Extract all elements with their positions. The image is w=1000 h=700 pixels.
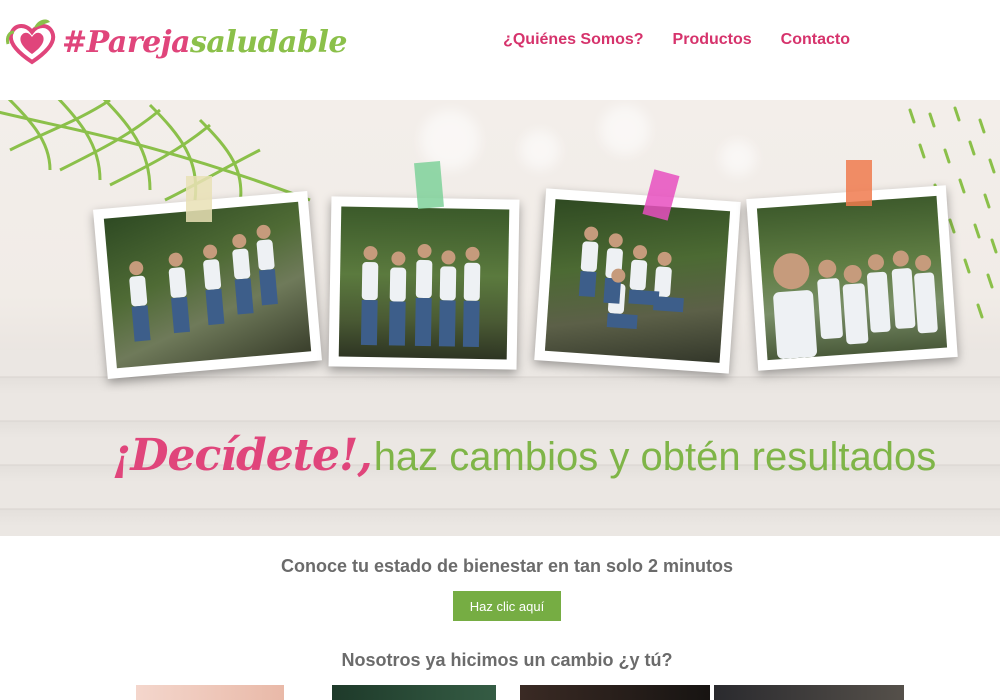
brand-hash: # — [62, 24, 87, 60]
main-nav: ¿Quiénes Somos? Productos Contacto — [503, 31, 850, 49]
family-photo-2 — [328, 196, 520, 370]
heart-leaf-logo-icon — [4, 14, 60, 70]
nav-link-contacto[interactable]: Contacto — [781, 31, 850, 49]
bokeh-light — [600, 105, 650, 155]
washi-tape — [846, 160, 872, 206]
testimonial-image[interactable] — [714, 685, 904, 700]
testimonial-thumbnails — [0, 685, 1000, 700]
testimonial-image[interactable] — [136, 685, 284, 700]
family-photo-4 — [746, 185, 958, 371]
nav-link-productos[interactable]: Productos — [673, 31, 752, 49]
hero-tagline: ¡Decídete!, haz cambios y obtén resultad… — [112, 430, 936, 481]
testimonial-image[interactable] — [332, 685, 496, 700]
tagline-highlight: ¡Decídete!, — [112, 430, 373, 481]
site-header: #Parejasaludable ¿Quiénes Somos? Product… — [0, 0, 1000, 100]
brand-wordmark: #Parejasaludable — [62, 25, 347, 60]
bokeh-light — [720, 140, 756, 176]
brand-word-pareja: Pareja — [86, 24, 191, 60]
hero-banner: ¡Decídete!, haz cambios y obtén resultad… — [0, 100, 1000, 536]
brand-word-saludable: saludable — [190, 24, 347, 60]
brand-logo[interactable]: #Parejasaludable — [4, 12, 347, 72]
testimonials-heading: Nosotros ya hicimos un cambio ¿y tú? — [341, 650, 673, 670]
quiz-button[interactable]: Haz clic aquí — [453, 591, 561, 621]
nav-link-quienes-somos[interactable]: ¿Quiénes Somos? — [503, 31, 643, 49]
family-photo-3 — [534, 188, 741, 374]
testimonial-image[interactable] — [520, 685, 710, 700]
bokeh-light — [520, 130, 560, 170]
tagline-rest: haz cambios y obtén resultados — [373, 435, 937, 479]
washi-tape — [414, 160, 444, 210]
quiz-prompt: Conoce tu estado de bienestar en tan sol… — [280, 556, 734, 576]
washi-tape — [186, 176, 212, 222]
